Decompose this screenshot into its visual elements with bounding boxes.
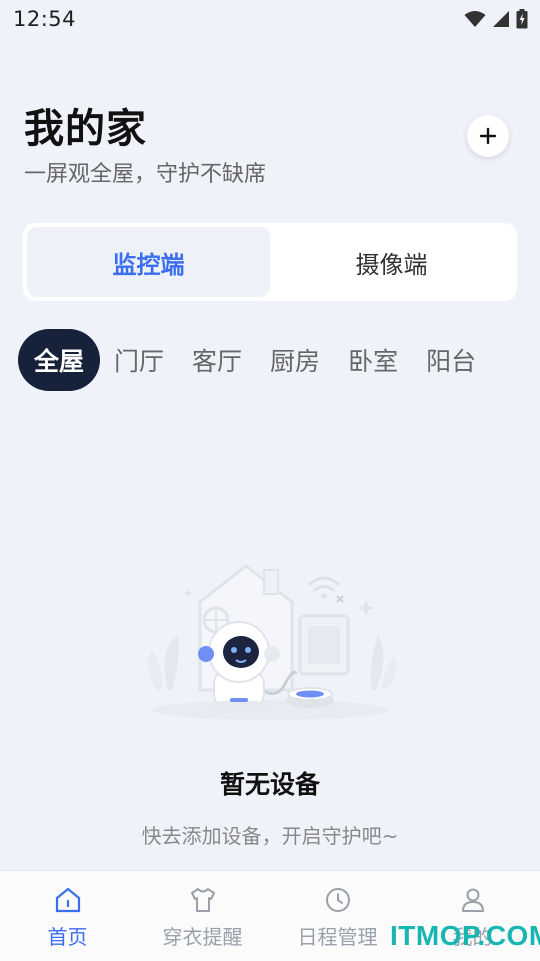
signal-icon <box>493 11 509 27</box>
wifi-icon <box>464 11 486 27</box>
add-device-button[interactable] <box>467 115 509 157</box>
segment-monitor[interactable]: 监控端 <box>27 227 270 297</box>
mode-segmented-control: 监控端 摄像端 <box>23 223 517 301</box>
room-tab-all[interactable]: 全屋 <box>18 329 101 391</box>
nav-home[interactable]: 首页 <box>0 871 135 961</box>
nav-schedule[interactable]: 日程管理 <box>270 871 405 961</box>
user-icon <box>461 888 484 912</box>
empty-state-subtitle: 快去添加设备，开启守护吧~ <box>141 824 399 848</box>
home-icon <box>55 887 80 913</box>
status-time: 12:54 <box>13 7 77 31</box>
nav-clothing-label: 穿衣提醒 <box>162 925 243 949</box>
room-tab-kitchen[interactable]: 厨房 <box>256 329 334 391</box>
room-tabs: 全屋 门厅 客厅 厨房 卧室 阳台 <box>18 329 540 391</box>
status-bar: 12:54 <box>0 0 540 38</box>
nav-home-label: 首页 <box>47 925 88 949</box>
segment-camera[interactable]: 摄像端 <box>270 227 513 297</box>
room-tab-hall[interactable]: 门厅 <box>100 329 178 391</box>
shirt-icon <box>190 888 215 912</box>
nav-clothing[interactable]: 穿衣提醒 <box>135 871 270 961</box>
room-tab-bedroom[interactable]: 卧室 <box>334 329 412 391</box>
battery-icon <box>516 9 528 29</box>
room-tab-balcony[interactable]: 阳台 <box>412 329 490 391</box>
clock-icon <box>325 888 350 912</box>
empty-state-title: 暂无设备 <box>219 770 320 799</box>
nav-schedule-label: 日程管理 <box>297 925 378 949</box>
page-subtitle: 一屏观全屋，守护不缺席 <box>24 162 267 187</box>
room-tab-living[interactable]: 客厅 <box>178 329 256 391</box>
robot-camera-home-illustration <box>147 564 397 720</box>
page-title: 我的家 <box>24 106 147 152</box>
watermark: ITMOP.COM <box>390 920 540 951</box>
status-icons <box>464 9 528 29</box>
plus-icon <box>479 127 497 145</box>
